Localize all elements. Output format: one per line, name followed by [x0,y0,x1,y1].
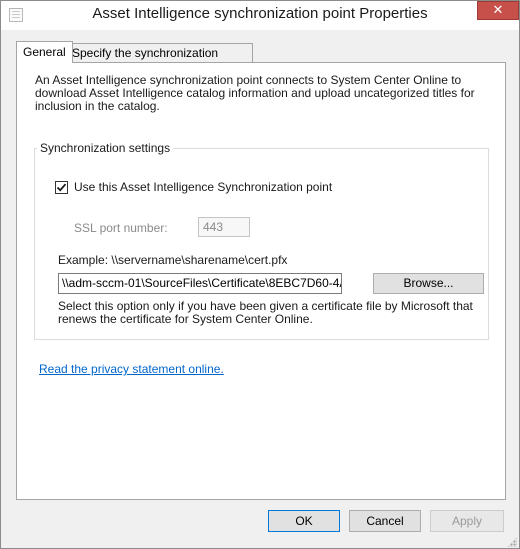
resize-grip-icon[interactable] [507,537,517,547]
ok-button[interactable]: OK [268,510,340,532]
certificate-path-input[interactable]: \\adm-sccm-01\SourceFiles\Certificate\8E… [58,273,342,294]
group-label: Synchronization settings [37,141,174,155]
general-tab-panel: An Asset Intelligence synchronization po… [16,62,506,500]
title-bar[interactable]: Asset Intelligence synchronization point… [1,1,519,30]
tab-synchronization-schedule[interactable]: Specify the synchronization schedule [67,43,253,78]
certificate-note: Select this option only if you have been… [58,299,473,326]
ssl-port-label: SSL port number: [74,221,168,235]
tab-general[interactable]: General [16,41,73,63]
browse-button[interactable]: Browse... [373,273,484,294]
apply-button: Apply [430,510,504,532]
example-path-text: Example: \\servername\sharename\cert.pfx [58,253,288,267]
window-title: Asset Intelligence synchronization point… [92,5,428,22]
ssl-port-input: 443 [198,217,250,237]
intro-text: An Asset Intelligence synchronization po… [35,73,475,113]
checkmark-icon [56,183,67,192]
properties-dialog: Asset Intelligence synchronization point… [0,0,520,549]
close-button[interactable]: ✕ [477,1,519,20]
use-sync-point-label[interactable]: Use this Asset Intelligence Synchronizat… [74,180,332,194]
cancel-button[interactable]: Cancel [349,510,421,532]
privacy-statement-link[interactable]: Read the privacy statement online. [39,362,224,376]
close-icon: ✕ [492,3,504,18]
use-sync-point-checkbox[interactable] [55,181,68,194]
